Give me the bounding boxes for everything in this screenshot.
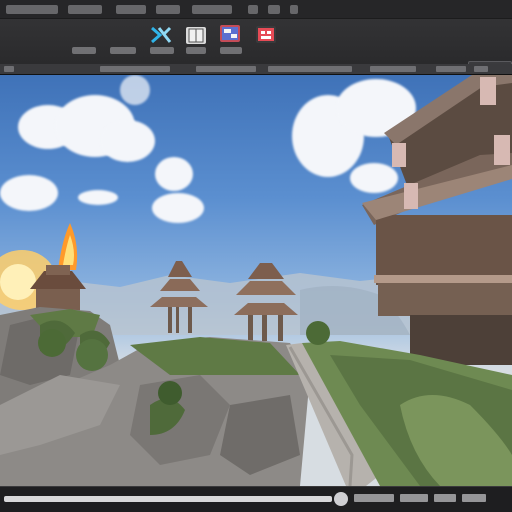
menu-item-more[interactable]	[290, 5, 298, 14]
status-item-4	[462, 494, 486, 502]
viewport-tab-camera[interactable]	[474, 66, 488, 72]
viewport-tab-perspective[interactable]	[100, 66, 170, 72]
viewport-tab-lit[interactable]	[196, 66, 256, 72]
toolbar-label-1	[72, 47, 96, 54]
viewport-menu-icon[interactable]	[4, 66, 14, 72]
menu-item-build[interactable]	[192, 5, 232, 14]
main-toolbar	[0, 19, 512, 73]
status-item-1	[354, 494, 394, 502]
play-icon[interactable]	[334, 492, 348, 506]
game-editor-window	[0, 0, 512, 512]
menu-bar	[0, 0, 512, 19]
toolbar-label-5	[220, 47, 242, 54]
toolbar-label-2	[110, 47, 136, 54]
menu-item-extra[interactable]	[268, 5, 280, 14]
status-item-3	[434, 494, 456, 502]
viewport-tab-snap[interactable]	[370, 66, 416, 72]
menu-item-file[interactable]	[6, 5, 58, 14]
game-viewport[interactable]	[0, 75, 512, 486]
menu-item-edit[interactable]	[68, 5, 102, 14]
book-icon[interactable]	[186, 27, 206, 44]
menu-item-help[interactable]	[248, 5, 258, 14]
viewport-tab-show[interactable]	[268, 66, 352, 72]
blueprint-icon[interactable]	[220, 25, 240, 42]
status-bar	[0, 486, 512, 512]
scene-geometry	[0, 75, 512, 486]
menu-item-window[interactable]	[116, 5, 146, 14]
timeline-scrubber[interactable]	[4, 496, 332, 502]
status-item-2	[400, 494, 428, 502]
grid-icon[interactable]	[256, 26, 276, 43]
viewport-tab-strip	[0, 64, 512, 75]
x-logo-icon[interactable]	[150, 26, 172, 44]
toolbar-label-3	[150, 47, 174, 54]
toolbar-label-4	[186, 47, 206, 54]
viewport-tab-scale[interactable]	[436, 66, 466, 72]
menu-item-tools[interactable]	[156, 5, 180, 14]
